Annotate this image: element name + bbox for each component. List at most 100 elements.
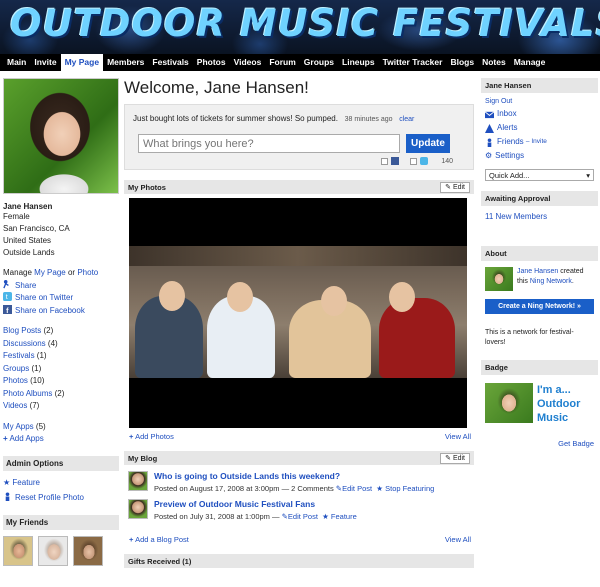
my-blog-header: My Blog ✎ Edit [124, 451, 474, 465]
content-link-groups[interactable]: Groups (1) [3, 363, 119, 376]
photos-view-all-link[interactable]: View All [445, 432, 471, 441]
content-link-photo-albums[interactable]: Photo Albums (2) [3, 388, 119, 401]
person-icon [487, 137, 492, 147]
nav-invite[interactable]: Invite [30, 54, 60, 71]
content-links: Blog Posts (2) Discussions (4) Festivals… [3, 325, 119, 413]
nav-videos[interactable]: Videos [230, 54, 266, 71]
friend-avatar[interactable] [38, 535, 68, 566]
get-badge-link[interactable]: Get Badge [558, 439, 594, 448]
my-apps-label: My Apps [3, 421, 34, 431]
plus-icon: + [129, 432, 134, 441]
main-nav: Main Invite My Page Members Festivals Ph… [0, 54, 600, 71]
share-link[interactable]: Share [3, 279, 119, 293]
my-friends-header: My Friends [3, 514, 119, 530]
my-apps-count: (5) [35, 421, 46, 431]
nav-manage[interactable]: Manage [510, 54, 550, 71]
badge-text: I'm a... Outdoor Music [537, 383, 580, 425]
manage-photo-link[interactable]: Photo [77, 268, 98, 277]
invite-link[interactable]: – Invite [526, 135, 547, 149]
reset-photo-label: Reset Profile Photo [15, 493, 84, 502]
nav-blogs[interactable]: Blogs [446, 54, 478, 71]
plus-icon: + [129, 535, 134, 544]
add-photos-label: Add Photos [135, 432, 174, 441]
nav-lineups[interactable]: Lineups [338, 54, 379, 71]
create-network-button[interactable]: Create a Ning Network! » [485, 299, 594, 314]
content-link-count: (1) [31, 363, 42, 373]
share-facebook-checkbox[interactable] [381, 157, 389, 165]
edit-post-link[interactable]: Edit Post [342, 484, 372, 493]
twitter-icon: t [3, 292, 12, 301]
update-button[interactable]: Update [406, 134, 450, 153]
feature-link[interactable]: ★ Feature [3, 477, 119, 490]
admin-options-header: Admin Options [3, 455, 119, 471]
quick-add-select[interactable]: Quick Add... ▾ [485, 169, 594, 181]
share-twitter-link[interactable]: t Share on Twitter [3, 292, 119, 305]
featured-photo[interactable] [129, 198, 467, 428]
blog-view-all-link[interactable]: View All [445, 535, 471, 544]
manage-my-page-link[interactable]: My Page [34, 268, 66, 277]
nav-groups[interactable]: Groups [300, 54, 338, 71]
blog-post-title[interactable]: Who is going to Outside Lands this weeke… [154, 471, 434, 481]
star-icon: ★ [3, 477, 11, 487]
inbox-link[interactable]: Inbox [485, 107, 594, 121]
content-link-videos[interactable]: Videos (7) [3, 400, 119, 413]
profile-photo[interactable] [3, 78, 119, 194]
nav-main[interactable]: Main [3, 54, 30, 71]
my-apps-link[interactable]: My Apps (5) [3, 421, 119, 434]
alerts-link[interactable]: Alerts [485, 121, 594, 135]
reset-photo-link[interactable]: Reset Profile Photo [3, 492, 119, 505]
blog-post: Who is going to Outside Lands this weeke… [128, 471, 474, 493]
profile-city: San Francisco, CA [3, 224, 70, 233]
about-user-link[interactable]: Jane Hansen [517, 268, 558, 275]
nav-my-page[interactable]: My Page [60, 54, 104, 71]
new-members-link[interactable]: 11 New Members [485, 212, 547, 221]
content-link-festivals[interactable]: Festivals (1) [3, 350, 119, 363]
feature-link[interactable]: Feature [331, 512, 357, 521]
blog-author-avatar[interactable] [128, 471, 148, 491]
share-twitter-checkbox[interactable] [410, 157, 418, 165]
user-panel-header: Jane Hansen [481, 78, 598, 93]
status-clear-link[interactable]: clear [399, 116, 414, 123]
nav-forum[interactable]: Forum [265, 54, 299, 71]
sign-out-link[interactable]: Sign Out [485, 98, 512, 105]
friend-avatar[interactable] [3, 535, 33, 566]
nav-photos[interactable]: Photos [193, 54, 230, 71]
edit-post-link[interactable]: Edit Post [288, 512, 318, 521]
add-photos-link[interactable]: + Add Photos [129, 432, 174, 441]
add-apps-link[interactable]: + Add Apps [3, 433, 119, 446]
my-blog-footer: + Add a Blog Post View All [124, 531, 474, 544]
about-avatar[interactable] [485, 267, 513, 291]
blog-post: Preview of Outdoor Music Festival Fans P… [128, 499, 474, 521]
about-network-link[interactable]: Ning Network [530, 278, 572, 285]
gifts-received-title: Gifts Received (1) [128, 556, 192, 566]
badge-widget[interactable]: I'm a... Outdoor Music [485, 383, 594, 425]
content-link-blog-posts[interactable]: Blog Posts (2) [3, 325, 119, 338]
add-blog-post-link[interactable]: + Add a Blog Post [129, 535, 189, 544]
content-link-discussions[interactable]: Discussions (4) [3, 338, 119, 351]
nav-festivals[interactable]: Festivals [148, 54, 192, 71]
blog-edit-button[interactable]: ✎ Edit [440, 452, 470, 464]
site-banner[interactable]: OUTDOOR MUSIC FESTIVALS [0, 0, 600, 54]
share-facebook-link[interactable]: f Share on Facebook [3, 304, 119, 318]
content-link-count: (10) [30, 376, 45, 385]
photos-edit-button[interactable]: ✎ Edit [440, 181, 470, 193]
my-photos-title: My Photos [128, 182, 166, 192]
my-photos-header: My Photos ✎ Edit [124, 180, 474, 194]
blog-author-avatar[interactable] [128, 499, 148, 519]
quick-add-value: Quick Add... [489, 171, 530, 180]
manage-links: Manage My Page or Photo Share t Share on … [3, 267, 119, 317]
content-link-photos[interactable]: Photos (10) [3, 375, 119, 388]
friends-link[interactable]: Friends – Invite [485, 135, 594, 149]
friend-avatar[interactable] [73, 535, 103, 566]
nav-notes[interactable]: Notes [478, 54, 510, 71]
stop-featuring-link[interactable]: Stop Featuring [385, 484, 434, 493]
about-body: Jane Hansen created this Ning Network. [485, 267, 594, 291]
status-input[interactable] [138, 134, 400, 153]
nav-twitter-tracker[interactable]: Twitter Tracker [379, 54, 447, 71]
blog-post-title[interactable]: Preview of Outdoor Music Festival Fans [154, 499, 357, 509]
site-title: OUTDOOR MUSIC FESTIVALS [10, 2, 600, 45]
status-text: Just bought lots of tickets for summer s… [133, 114, 338, 123]
nav-members[interactable]: Members [103, 54, 148, 71]
settings-link[interactable]: ⚙ Settings [485, 149, 594, 163]
content-link-label: Photo Albums [3, 388, 53, 398]
